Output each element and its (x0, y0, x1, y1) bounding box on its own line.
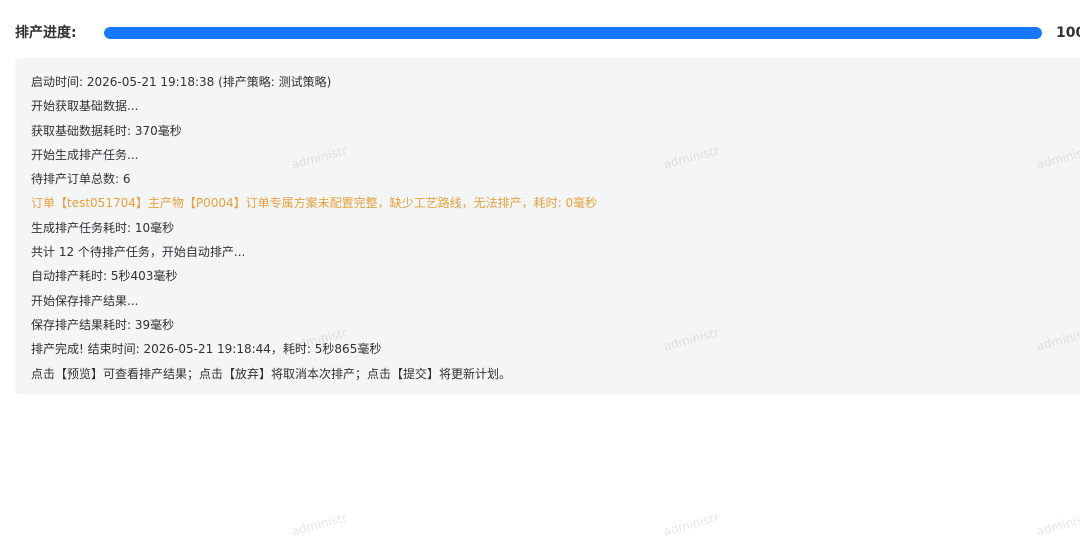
progress-percent-text: 100% (1056, 25, 1080, 41)
log-line-warning: 订单【test051704】主产物【P0004】订单专属方案未配置完整，缺少工艺… (31, 196, 598, 211)
log-line: 开始生成排产任务... (31, 147, 139, 162)
log-line: 获取基础数据耗时: 370毫秒 (31, 123, 182, 138)
watermark-text: administr (290, 510, 349, 539)
log-line: 启动时间: 2026-05-21 19:18:38 (排产策略: 测试策略) (31, 75, 332, 89)
log-line: 待排产订单总数: 6 (31, 172, 131, 187)
log-line: 共计 12 个待排产任务，开始自动排产... (31, 245, 246, 260)
log-line: 保存排产结果耗时: 39毫秒 (31, 317, 175, 332)
watermark-text: administr (1035, 510, 1080, 539)
progress-row: 排产进度: 100% (0, 22, 1080, 44)
progress-label: 排产进度: (15, 25, 77, 41)
log-line: 开始保存排产结果... (31, 293, 139, 308)
log-line: 生成排产任务耗时: 10毫秒 (31, 220, 175, 235)
watermark-text: administr (662, 510, 721, 539)
log-line: 点击【预览】可查看排产结果；点击【放弃】将取消本次排产；点击【提交】将更新计划。 (31, 366, 512, 381)
progress-bar-fill (104, 27, 1042, 39)
progress-bar (104, 27, 1042, 39)
log-line: 排产完成! 结束时间: 2026-05-21 19:18:44，耗时: 5秒86… (31, 342, 382, 357)
schedule-log-panel: 启动时间: 2026-05-21 19:18:38 (排产策略: 测试策略) 开… (15, 58, 1080, 394)
log-line: 开始获取基础数据... (31, 99, 139, 114)
log-line: 自动排产耗时: 5秒403毫秒 (31, 269, 178, 284)
